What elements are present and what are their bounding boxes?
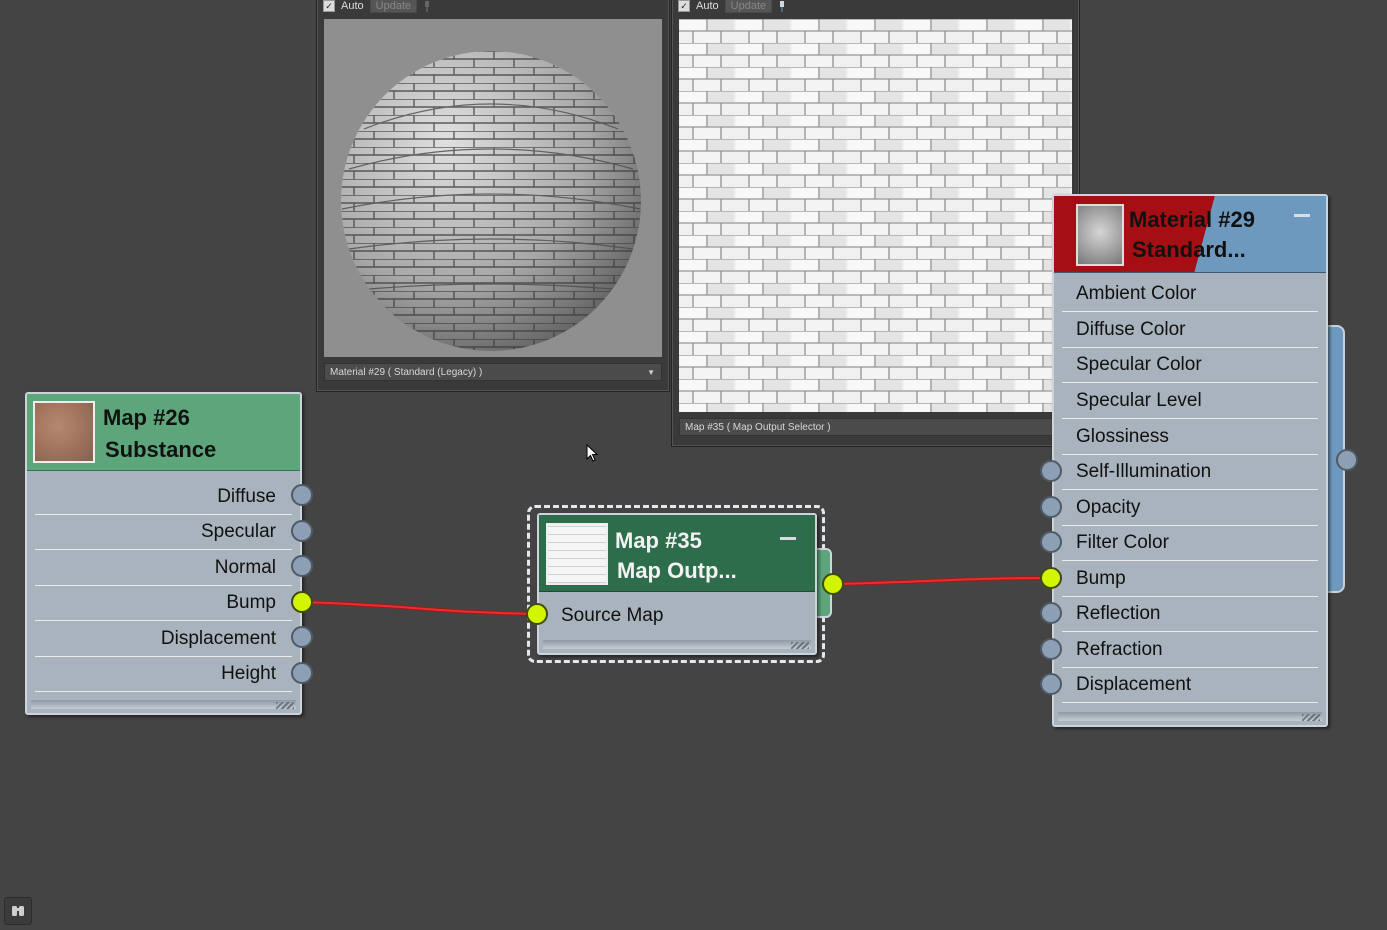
mouse-cursor-icon bbox=[586, 444, 598, 462]
node-footer bbox=[543, 640, 811, 649]
node-header[interactable]: Map #35 Map Outp... bbox=[539, 515, 815, 592]
input-filter-color: Filter Color bbox=[1062, 526, 1318, 561]
socket-source-map[interactable] bbox=[526, 603, 548, 625]
socket-normal[interactable] bbox=[291, 555, 313, 577]
substance-thumbnail bbox=[33, 401, 95, 463]
resize-grip-icon[interactable] bbox=[791, 642, 809, 649]
input-glossiness: Glossiness bbox=[1062, 420, 1318, 455]
output-height: Height bbox=[35, 657, 292, 692]
input-displacement: Displacement bbox=[1062, 668, 1318, 703]
node-subtitle: Standard... bbox=[1132, 237, 1246, 262]
node-header[interactable]: Material #29 Standard... bbox=[1054, 196, 1326, 273]
socket-output[interactable] bbox=[822, 573, 844, 595]
input-self-illumination: Self-Illumination bbox=[1062, 455, 1318, 490]
binoculars-icon bbox=[12, 906, 24, 916]
output-specular: Specular bbox=[35, 515, 292, 550]
navigator-button[interactable] bbox=[4, 897, 32, 925]
socket-displacement[interactable] bbox=[1040, 673, 1062, 695]
socket-opacity[interactable] bbox=[1040, 496, 1062, 518]
input-source-map: Source Map bbox=[561, 605, 664, 626]
output-bump: Bump bbox=[35, 586, 292, 621]
socket-filter-color[interactable] bbox=[1040, 531, 1062, 553]
node-header[interactable]: Map #26 Substance bbox=[27, 394, 300, 471]
material-thumbnail bbox=[1076, 204, 1124, 266]
socket-self-illumination[interactable] bbox=[1040, 460, 1062, 482]
substance-map-node[interactable]: Map #26 Substance Diffuse Specular Norma… bbox=[25, 392, 302, 715]
input-ambient-color: Ambient Color bbox=[1062, 277, 1318, 312]
minimize-icon[interactable] bbox=[1294, 214, 1310, 217]
node-title: Map #35 bbox=[615, 528, 702, 553]
socket-height[interactable] bbox=[291, 662, 313, 684]
socket-specular[interactable] bbox=[291, 520, 313, 542]
output-normal: Normal bbox=[35, 551, 292, 586]
node-title: Material #29 bbox=[1129, 207, 1255, 232]
socket-displacement[interactable] bbox=[291, 626, 313, 648]
node-title: Map #26 bbox=[103, 405, 190, 430]
output-diffuse: Diffuse bbox=[35, 480, 292, 515]
output-displacement: Displacement bbox=[35, 622, 292, 657]
socket-reflection[interactable] bbox=[1040, 602, 1062, 624]
input-diffuse-color: Diffuse Color bbox=[1062, 313, 1318, 348]
socket-bump[interactable] bbox=[1040, 567, 1062, 589]
socket-material-output[interactable] bbox=[1336, 449, 1358, 471]
input-bump: Bump bbox=[1062, 562, 1318, 597]
input-opacity: Opacity bbox=[1062, 491, 1318, 526]
map-output-selector-node[interactable]: Map #35 Map Outp... Source Map bbox=[537, 513, 817, 655]
input-refraction: Refraction bbox=[1062, 633, 1318, 668]
minimize-icon[interactable] bbox=[780, 537, 796, 540]
input-reflection: Reflection bbox=[1062, 597, 1318, 632]
node-footer bbox=[1058, 712, 1322, 721]
socket-diffuse[interactable] bbox=[291, 484, 313, 506]
material-node[interactable]: Material #29 Standard... Ambient Color D… bbox=[1052, 194, 1328, 727]
input-specular-color: Specular Color bbox=[1062, 348, 1318, 383]
socket-refraction[interactable] bbox=[1040, 638, 1062, 660]
input-specular-level: Specular Level bbox=[1062, 384, 1318, 419]
node-subtitle: Map Outp... bbox=[617, 558, 737, 583]
resize-grip-icon[interactable] bbox=[1302, 714, 1320, 721]
resize-grip-icon[interactable] bbox=[276, 702, 294, 709]
map-thumbnail bbox=[546, 523, 608, 585]
node-footer bbox=[31, 700, 296, 709]
socket-bump[interactable] bbox=[291, 591, 313, 613]
node-subtitle: Substance bbox=[105, 437, 217, 462]
